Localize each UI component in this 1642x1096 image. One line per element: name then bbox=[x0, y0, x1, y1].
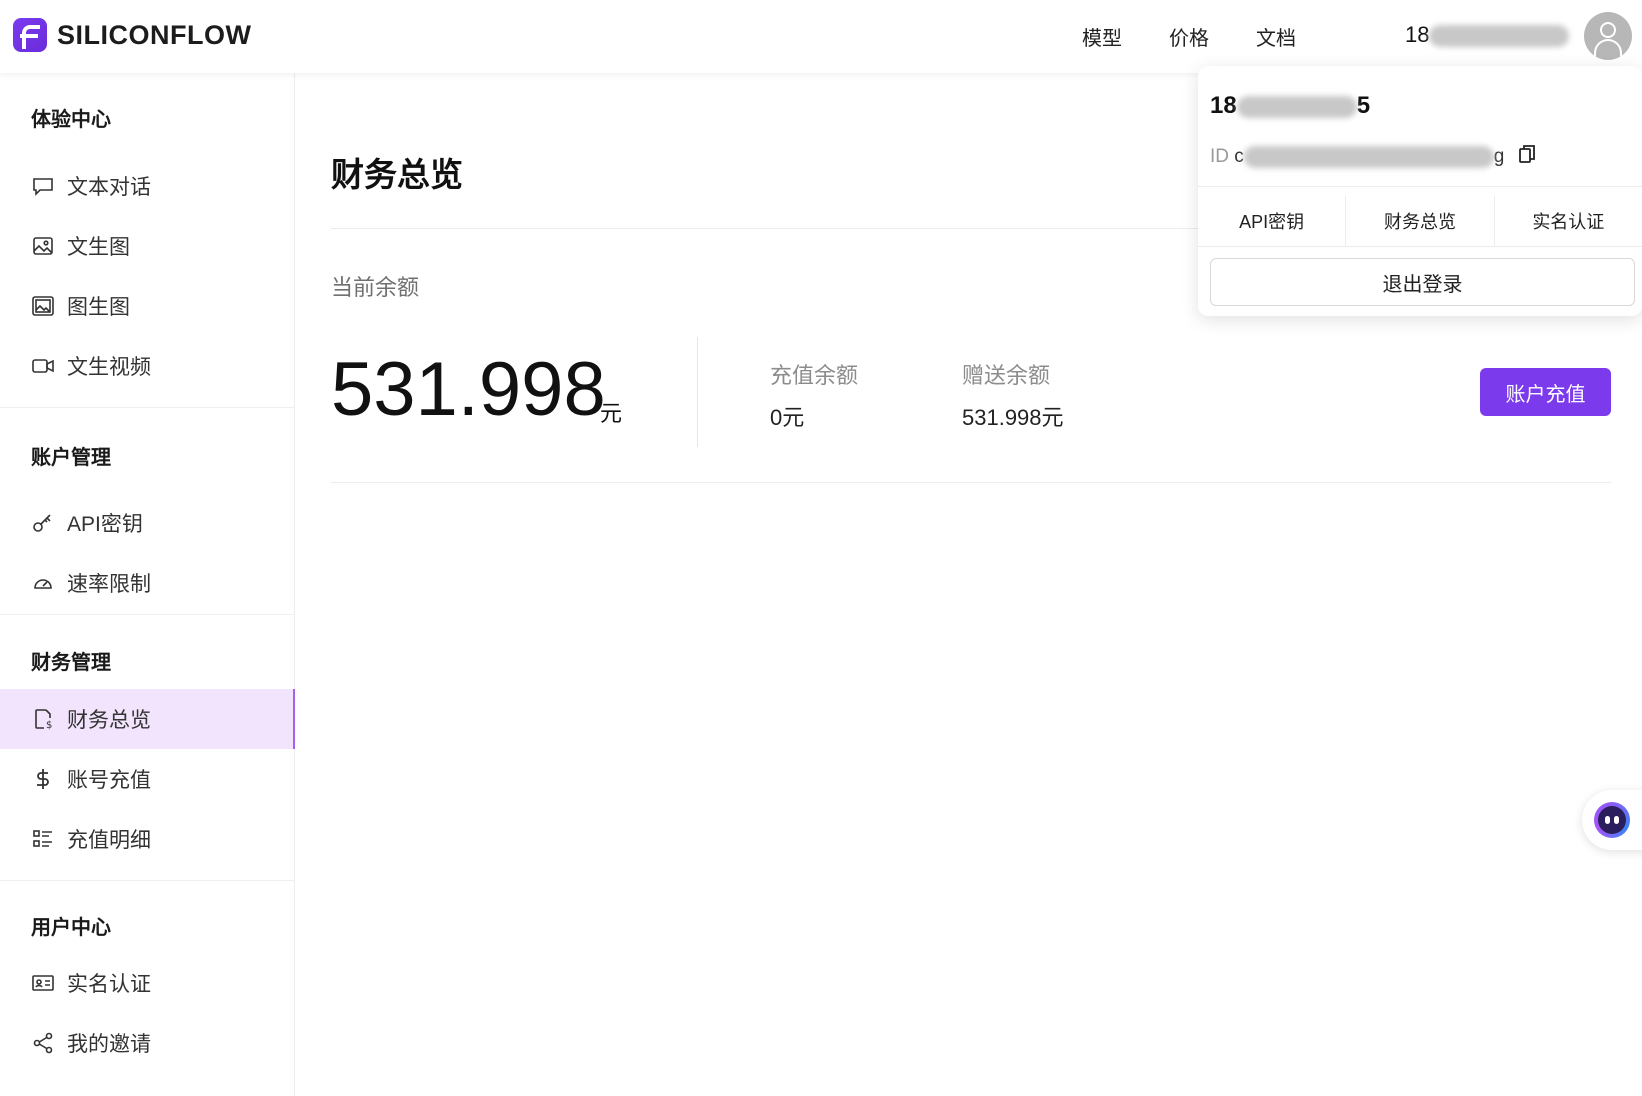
user-avatar-icon[interactable] bbox=[1584, 12, 1632, 60]
dropdown-tabs: API密钥 财务总览 实名认证 bbox=[1198, 196, 1642, 246]
dropdown-divider bbox=[1198, 246, 1642, 247]
balance-unit: 元 bbox=[600, 401, 623, 426]
sidebar-item-text-chat[interactable]: 文本对话 bbox=[0, 156, 295, 216]
user-dropdown: 18 5 ID c g API密钥 财务总览 实名认证 退出登录 bbox=[1198, 66, 1642, 316]
sidebar-item-label: API密钥 bbox=[67, 513, 143, 536]
user-phone[interactable]: 18 bbox=[1405, 22, 1570, 48]
sidebar-item-label: 财务总览 bbox=[67, 709, 151, 732]
sidebar-item-label: 账号充值 bbox=[67, 769, 151, 792]
sidebar-divider bbox=[0, 407, 295, 408]
dropdown-phone-suffix: 5 bbox=[1356, 92, 1371, 119]
balance-value: 531.998 bbox=[331, 347, 606, 432]
sidebar-item-label: 文生视频 bbox=[67, 356, 151, 379]
redacted-id bbox=[1243, 146, 1494, 168]
copy-icon[interactable] bbox=[1518, 144, 1536, 170]
sidebar-item-label: 我的邀请 bbox=[67, 1033, 151, 1056]
key-icon bbox=[31, 511, 55, 535]
group-title-finance: 财务管理 bbox=[31, 652, 111, 674]
id-label: ID bbox=[1210, 146, 1229, 168]
sidebar-item-recharge[interactable]: 账号充值 bbox=[0, 749, 295, 809]
list-icon bbox=[31, 827, 55, 851]
nav-pricing[interactable]: 价格 bbox=[1169, 22, 1209, 51]
sidebar-item-label: 图生图 bbox=[67, 296, 130, 319]
top-bar: SILICONFLOW 模型 价格 文档 18 bbox=[0, 0, 1642, 73]
chat-bubble-icon bbox=[31, 174, 55, 198]
top-nav: 模型 价格 文档 bbox=[1082, 22, 1343, 51]
group-title-account: 账户管理 bbox=[31, 447, 111, 469]
dropdown-divider bbox=[1198, 186, 1642, 187]
group-title-user-center: 用户中心 bbox=[31, 917, 111, 939]
image-to-image-icon bbox=[31, 294, 55, 318]
assistant-icon bbox=[1594, 802, 1630, 838]
redacted-phone bbox=[1429, 25, 1570, 48]
sidebar-item-label: 实名认证 bbox=[67, 973, 151, 996]
image-icon bbox=[31, 234, 55, 258]
sidebar-divider bbox=[0, 614, 295, 615]
logo[interactable]: SILICONFLOW bbox=[13, 18, 251, 52]
dollar-icon bbox=[31, 767, 55, 791]
bill-icon: $ bbox=[31, 707, 55, 731]
sidebar-item-label: 文本对话 bbox=[67, 176, 151, 199]
share-icon bbox=[31, 1031, 55, 1055]
sidebar-item-finance-overview[interactable]: $ 财务总览 bbox=[0, 689, 295, 749]
nav-docs[interactable]: 文档 bbox=[1256, 22, 1296, 51]
sidebar-item-label: 文生图 bbox=[67, 236, 130, 259]
dropdown-tab-api-keys[interactable]: API密钥 bbox=[1198, 196, 1347, 246]
page-title: 财务总览 bbox=[331, 156, 463, 193]
id-card-icon bbox=[31, 971, 55, 995]
sidebar-item-text-to-video[interactable]: 文生视频 bbox=[0, 336, 295, 396]
sidebar-item-recharge-details[interactable]: 充值明细 bbox=[0, 809, 295, 869]
sidebar-divider bbox=[0, 880, 295, 881]
sidebar-item-image-to-image[interactable]: 图生图 bbox=[0, 276, 295, 336]
logout-button[interactable]: 退出登录 bbox=[1210, 258, 1635, 306]
dropdown-phone-prefix: 18 bbox=[1210, 92, 1237, 119]
gauge-icon bbox=[31, 571, 55, 595]
nav-models[interactable]: 模型 bbox=[1082, 22, 1122, 51]
sidebar-item-rate-limit[interactable]: 速率限制 bbox=[0, 553, 295, 613]
group-title-experience: 体验中心 bbox=[31, 109, 111, 131]
account-recharge-button[interactable]: 账户充值 bbox=[1480, 368, 1611, 416]
assistant-float-button[interactable] bbox=[1582, 790, 1642, 850]
id-suffix: g bbox=[1493, 146, 1505, 168]
recharge-balance-value: 0元 bbox=[770, 405, 805, 430]
sidebar-item-text-to-image[interactable]: 文生图 bbox=[0, 216, 295, 276]
video-camera-icon bbox=[31, 354, 55, 378]
sidebar-item-label: 充值明细 bbox=[67, 829, 151, 852]
svg-text:$: $ bbox=[46, 720, 52, 731]
gift-balance-value: 531.998元 bbox=[962, 405, 1064, 430]
logo-mark-icon bbox=[13, 18, 47, 52]
sidebar-item-label: 速率限制 bbox=[67, 573, 151, 596]
sidebar-item-invitations[interactable]: 我的邀请 bbox=[0, 1013, 295, 1073]
balance-bottom-divider bbox=[331, 482, 1611, 483]
recharge-balance-label: 充值余额 bbox=[770, 363, 859, 388]
gift-balance-label: 赠送余额 bbox=[962, 363, 1051, 388]
id-prefix: c bbox=[1234, 146, 1244, 168]
user-phone-prefix: 18 bbox=[1405, 22, 1430, 47]
dropdown-user-id: ID c g bbox=[1210, 144, 1536, 170]
logo-text: SILICONFLOW bbox=[57, 19, 252, 50]
dropdown-tab-finance-overview[interactable]: 财务总览 bbox=[1346, 196, 1495, 246]
sidebar: 体验中心 文本对话 文生图 图生图 文生视频 账户管理 API密钥 速率限制 财… bbox=[0, 73, 295, 1096]
current-balance-label: 当前余额 bbox=[331, 275, 420, 300]
dropdown-phone: 18 5 bbox=[1210, 92, 1370, 120]
sidebar-item-real-name[interactable]: 实名认证 bbox=[0, 953, 295, 1013]
balance-divider bbox=[697, 337, 698, 447]
dropdown-tab-real-name[interactable]: 实名认证 bbox=[1495, 196, 1642, 246]
sidebar-item-api-keys[interactable]: API密钥 bbox=[0, 493, 295, 553]
redacted-phone bbox=[1236, 95, 1357, 118]
